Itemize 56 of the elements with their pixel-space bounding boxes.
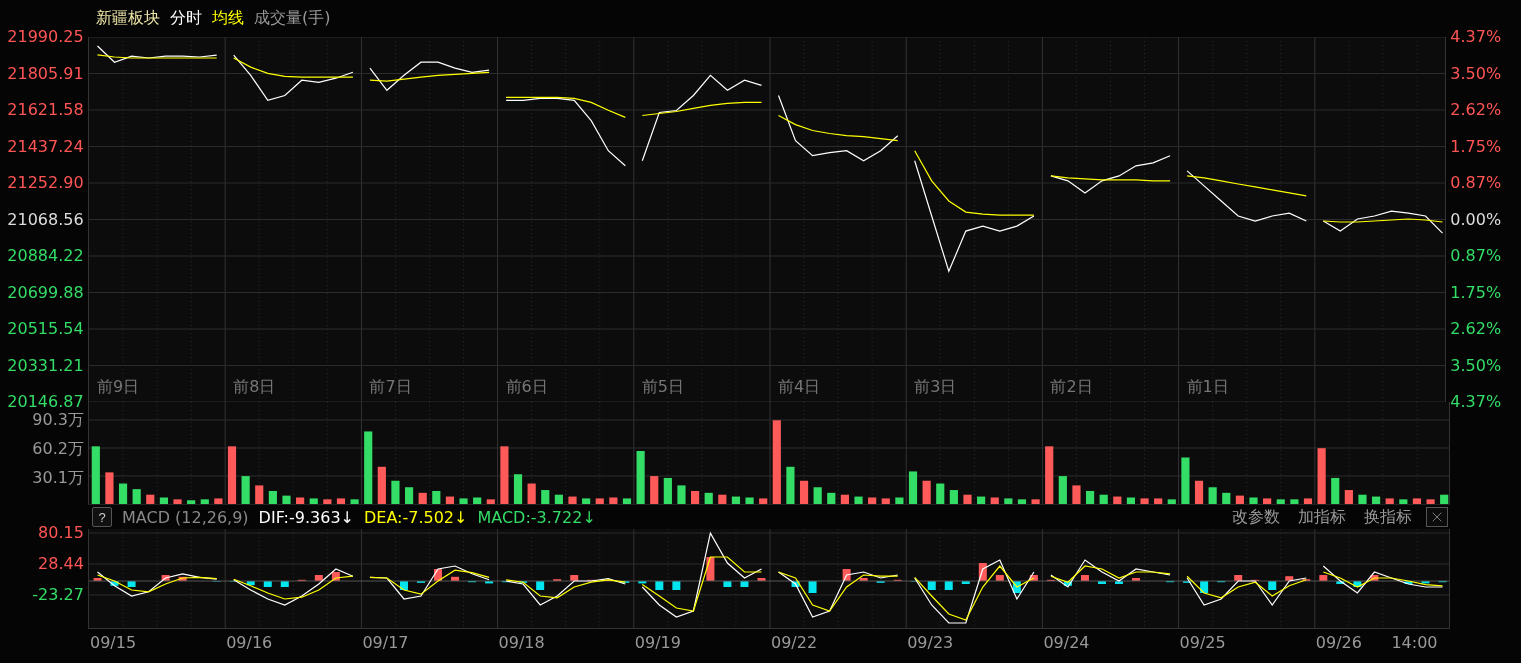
legend-item: 分时 — [170, 8, 202, 29]
indicator-value: DEA:-7.502↓ — [364, 507, 468, 527]
date-label: 09/15 — [90, 633, 137, 652]
day-label: 前8日 — [232, 377, 276, 396]
day-label: 前2日 — [1050, 377, 1093, 396]
axis-label: 1.75% — [1450, 282, 1503, 303]
axis-label: 1.75% — [1450, 136, 1503, 157]
axis-label: 4.37% — [1450, 27, 1503, 47]
day-label: 前3日 — [913, 377, 957, 396]
date-label: 09/16 — [226, 633, 273, 652]
axis-label: 0.87% — [1450, 173, 1503, 193]
axis-label: 0.00% — [1450, 209, 1503, 230]
day-label: 前5日 — [641, 377, 684, 396]
legend-title: 新疆板块 — [96, 8, 160, 29]
axis-label: 20884.22 — [7, 246, 84, 266]
date-label: 09/23 — [907, 633, 954, 652]
axis-label: 80.15 — [38, 523, 84, 543]
date-label: 09/18 — [498, 633, 545, 652]
axis-label: 3.50% — [1450, 63, 1503, 84]
day-label: 前1日 — [1186, 377, 1229, 396]
axis-label: 20699.88 — [7, 282, 84, 303]
axis-label: 30.1万 — [32, 468, 84, 488]
day-label: 前9日 — [96, 377, 139, 396]
axis-label: 21068.56 — [7, 209, 84, 230]
legend-item: 成交量(手) — [254, 8, 331, 29]
axis-label: 60.2万 — [32, 439, 84, 459]
axis-label: 20331.21 — [7, 355, 84, 376]
axis-label: 3.50% — [1450, 355, 1503, 376]
axis-label: 21990.25 — [7, 27, 84, 47]
date-label: 09/26 — [1315, 633, 1362, 652]
indicator-value: DIF:-9.363↓ — [258, 507, 354, 527]
day-label: 前6日 — [505, 377, 548, 396]
axis-label: 21252.90 — [7, 173, 84, 193]
axis-label: 90.3万 — [32, 410, 84, 430]
indicator-name: MACD (12,26,9) — [122, 507, 249, 527]
date-label: 14:00 — [1391, 633, 1438, 652]
date-label: 09/24 — [1043, 633, 1090, 652]
axis-label: 0.87% — [1450, 246, 1503, 266]
date-label: 09/25 — [1179, 633, 1226, 652]
axis-label: 2.62% — [1450, 319, 1503, 339]
date-label: 09/19 — [634, 633, 681, 652]
axis-label: 28.44 — [38, 554, 84, 574]
date-label: 09/22 — [771, 633, 818, 652]
axis-label: 20515.54 — [7, 319, 84, 339]
legend-item: 均线 — [212, 8, 244, 29]
axis-label: 4.37% — [1450, 392, 1503, 412]
axis-label: 2.62% — [1450, 100, 1503, 120]
day-label: 前4日 — [777, 377, 820, 396]
axis-label: 20146.87 — [7, 392, 84, 412]
axis-label: 21621.58 — [7, 100, 84, 120]
axis-label: -23.27 — [32, 585, 84, 605]
axis-label: 21437.24 — [7, 136, 84, 157]
indicator-value: MACD:-3.722↓ — [477, 507, 596, 527]
axis-label: 21805.91 — [7, 63, 84, 84]
date-label: 09/17 — [362, 633, 409, 652]
day-label: 前7日 — [369, 377, 412, 396]
